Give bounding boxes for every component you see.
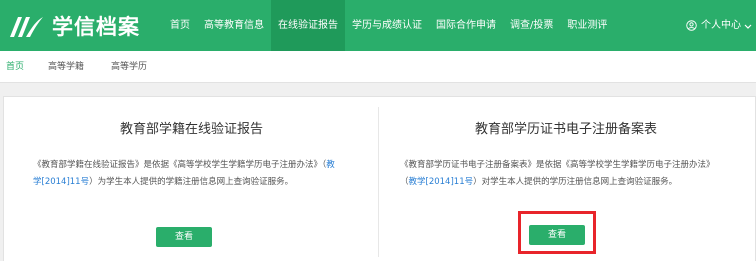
enrollment-report-title: 教育部学籍在线验证报告 — [120, 122, 264, 137]
sub-nav-higher-degree[interactable]: 高等学历 — [111, 51, 147, 83]
logo-text: 学信档案 — [52, 15, 140, 39]
degree-record-description: 《教育部学历证书电子注册备案表》是依据《高等学校学生学籍学历电子注册办法》（教学… — [400, 157, 718, 191]
nav-item-online-verification-report[interactable]: 在线验证报告 — [271, 0, 345, 51]
sub-nav-higher-enrollment[interactable]: 高等学籍 — [48, 51, 84, 83]
user-center-menu[interactable]: 个人中心 — [686, 0, 752, 51]
enrollment-report-description: 《教育部学籍在线验证报告》是依据《高等学校学生学籍学历电子注册办法》（教学[20… — [33, 157, 338, 191]
nav-item-degree-grade-certification[interactable]: 学历与成绩认证 — [345, 0, 429, 51]
user-center-label: 个人中心 — [701, 20, 741, 31]
degree-desc-text-2: ）对学生本人提供的学历注册信息网上查询验证服务。 — [473, 177, 678, 187]
highlight-box — [518, 211, 596, 254]
logo[interactable]: 学信档案 — [8, 10, 140, 42]
nav-item-higher-education-info[interactable]: 高等教育信息 — [197, 0, 271, 51]
logo-mark-icon — [10, 17, 43, 37]
user-icon — [686, 20, 697, 31]
degree-record-title: 教育部学历证书电子注册备案表 — [475, 122, 658, 137]
enrollment-desc-text-1: 《教育部学籍在线验证报告》是依据《高等学校学生学籍学历电子注册办法》（ — [33, 160, 327, 170]
sub-nav: 首页 高等学籍 高等学历 — [0, 51, 756, 83]
nav-item-home[interactable]: 首页 — [163, 0, 197, 51]
nav-item-survey-vote[interactable]: 调查/投票 — [503, 0, 560, 51]
sub-nav-home[interactable]: 首页 — [6, 51, 24, 83]
nav-item-international-cooperation[interactable]: 国际合作申请 — [429, 0, 503, 51]
enrollment-desc-text-2: ）为学生本人提供的学籍注册信息网上查询验证服务。 — [89, 177, 294, 187]
top-nav-bar: 学信档案 首页 高等教育信息 在线验证报告 学历与成绩认证 国际合作申请 调查/… — [0, 0, 756, 51]
degree-regulation-link[interactable]: 教学[2014]11号 — [409, 177, 474, 187]
chevron-down-icon — [744, 24, 752, 29]
view-enrollment-report-button[interactable]: 查看 — [156, 227, 212, 247]
nav-item-career-assessment[interactable]: 职业测评 — [560, 0, 614, 51]
main-nav: 首页 高等教育信息 在线验证报告 学历与成绩认证 国际合作申请 调查/投票 职业… — [163, 0, 614, 51]
card-divider — [378, 107, 379, 257]
